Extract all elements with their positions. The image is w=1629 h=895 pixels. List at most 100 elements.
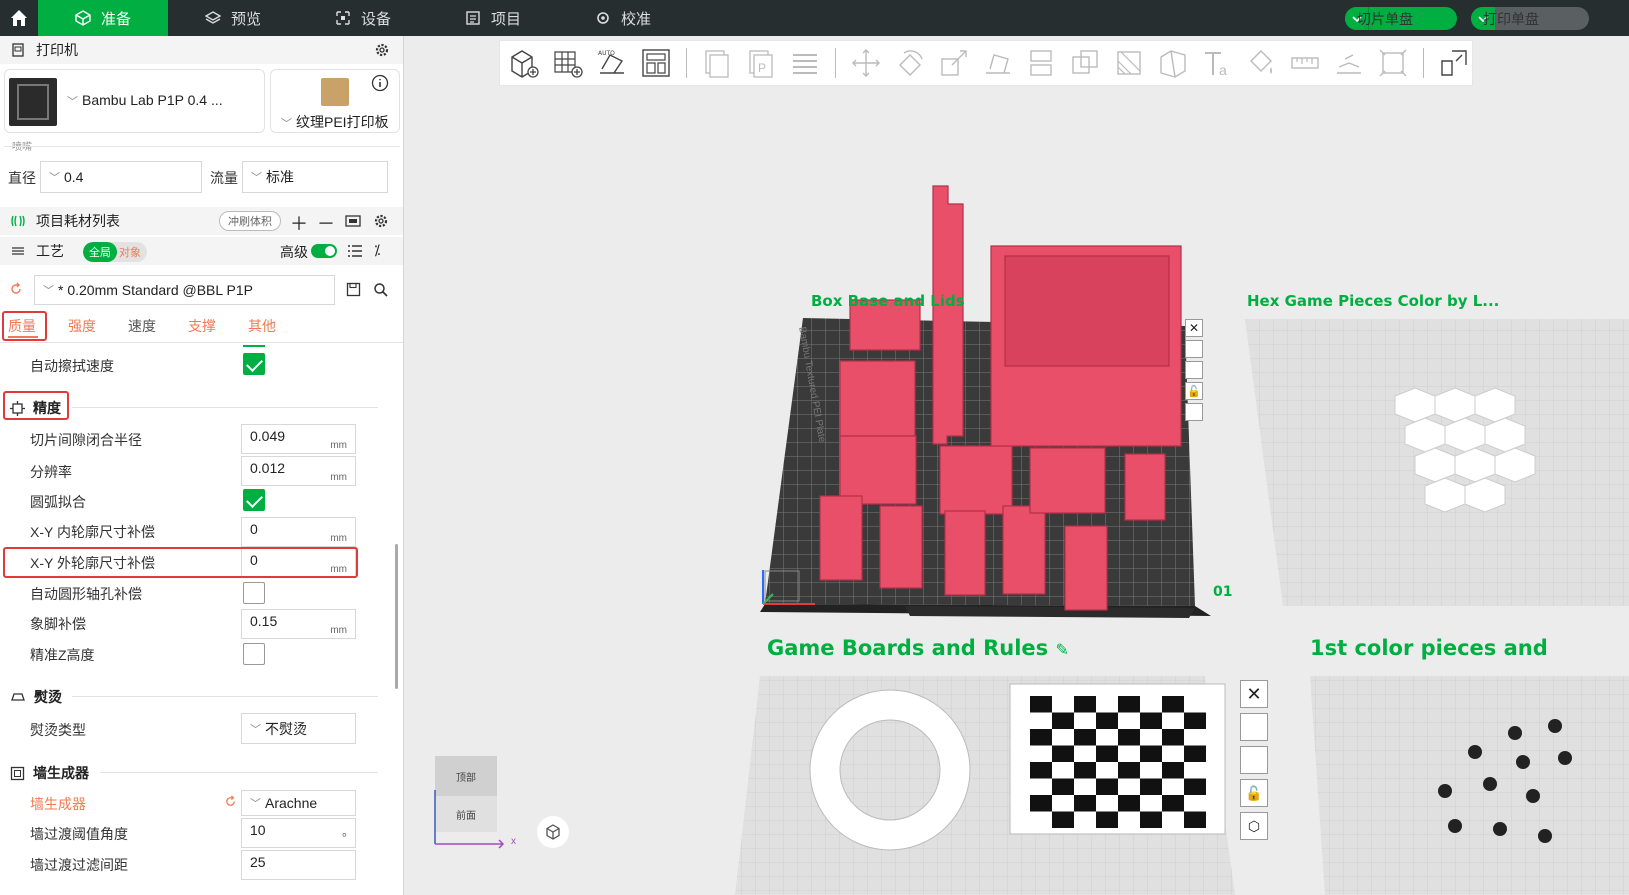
tab-strength[interactable]: 强度	[68, 316, 96, 336]
flush-volume-button[interactable]: 冲刷体积	[219, 211, 281, 231]
plate-1-title[interactable]: Box Base and Lids	[811, 292, 965, 310]
checker-square	[1096, 729, 1118, 746]
resolution-input[interactable]: 0.012 mm	[241, 456, 356, 486]
reset-view-icon[interactable]	[537, 816, 569, 848]
checker-square	[1140, 729, 1162, 746]
tab-preview[interactable]: 预览	[168, 0, 298, 36]
global-object-toggle[interactable]: 全局 对象	[83, 242, 147, 262]
scrollbar[interactable]	[395, 544, 398, 689]
orient-icon[interactable]	[1240, 713, 1268, 741]
settings-icon[interactable]: ⬡	[1240, 812, 1268, 840]
tab-support[interactable]: 支撑	[188, 316, 216, 336]
list-icon[interactable]	[347, 243, 363, 262]
reset-icon[interactable]	[9, 282, 23, 299]
home-button[interactable]	[0, 0, 38, 36]
3d-viewport[interactable]: AUTO P a Box Base and Lids Hex Game Piec…	[405, 36, 1629, 895]
ironing-type-label: 熨烫类型	[30, 722, 86, 738]
checker-square	[1162, 762, 1184, 779]
percent-icon[interactable]: ⁒	[374, 242, 380, 259]
plate-3-title[interactable]: Game Boards and Rules ✎	[767, 636, 1069, 660]
slice-gap-closing-radius-input[interactable]: 0.049 mm	[241, 424, 356, 454]
settings-icon[interactable]	[1185, 403, 1203, 421]
plate-4-title[interactable]: 1st color pieces and	[1310, 636, 1548, 660]
plate-1-controls: ✕ 🔓	[1185, 319, 1203, 421]
gear-icon[interactable]	[373, 213, 389, 232]
cube-icon	[75, 10, 91, 26]
filament-section-header: 项目耗材列表 冲刷体积 ＋ －	[0, 207, 403, 236]
wall-transition-filter-input[interactable]: 25	[241, 850, 356, 880]
tab-speed[interactable]: 速度	[128, 316, 156, 336]
checker-square	[1052, 762, 1074, 779]
add-icon[interactable]: ＋	[290, 210, 308, 236]
tab-calibration[interactable]: 校准	[558, 0, 688, 36]
precise-z-checkbox[interactable]	[243, 643, 265, 665]
tab-other[interactable]: 其他	[248, 316, 276, 336]
checker-square	[1030, 762, 1052, 779]
print-plate-button[interactable]: 打印单盘	[1471, 7, 1589, 30]
search-icon[interactable]	[373, 282, 389, 301]
process-profile-select[interactable]: ﹀ * 0.20mm Standard @BBL P1P	[34, 275, 335, 305]
checker-square	[1096, 712, 1118, 729]
close-icon[interactable]: ✕	[1185, 319, 1203, 337]
plate-selector[interactable]: ﹀ 纹理PEI打印板	[270, 69, 400, 133]
checker-square	[1140, 712, 1162, 729]
orient-icon[interactable]	[1185, 340, 1203, 358]
elephant-foot-input[interactable]: 0.15 mm	[241, 609, 356, 639]
flow-select[interactable]: ﹀ 标准	[242, 161, 388, 193]
arc-fitting-checkbox[interactable]	[243, 489, 265, 511]
checker-square	[1118, 778, 1140, 795]
checker-square	[1096, 795, 1118, 812]
nozzle-diameter-select[interactable]: ﹀ 0.4	[40, 161, 202, 193]
tab-prepare[interactable]: 准备	[38, 0, 168, 36]
checker-square	[1162, 795, 1184, 812]
arrange-icon[interactable]	[1240, 746, 1268, 774]
xy-hole-compensation-input[interactable]: 0 mm	[241, 517, 356, 547]
edit-icon[interactable]: ✎	[1056, 640, 1069, 659]
remove-icon[interactable]: －	[317, 210, 335, 236]
checker-square	[1184, 762, 1206, 779]
auto-wipe-speed-checkbox[interactable]	[243, 353, 265, 375]
checker-square	[1162, 696, 1184, 713]
checker-square	[1052, 729, 1074, 746]
sync-icon[interactable]	[345, 213, 361, 232]
tab-device[interactable]: 设备	[298, 0, 428, 36]
arrange-icon[interactable]	[1185, 361, 1203, 379]
filament-icon	[10, 213, 26, 229]
wall-generator-select[interactable]: ﹀ Arachne	[241, 790, 356, 816]
auto-circle-hole-checkbox[interactable]	[243, 582, 265, 604]
save-icon[interactable]	[346, 282, 361, 300]
highlight-box	[2, 311, 47, 341]
chevron-down-icon: ﹀	[67, 96, 78, 108]
checker-square	[1140, 795, 1162, 812]
wall-transition-angle-input[interactable]: 10 °	[241, 818, 356, 848]
checker-square	[1052, 712, 1074, 729]
checker-square	[1052, 745, 1074, 762]
checker-square	[1030, 712, 1052, 729]
left-panel: 打印机 ﹀ Bambu Lab P1P 0.4 ... ﹀ 纹理PEI打印板 喷嘴 …	[0, 36, 404, 895]
checker-square	[1074, 712, 1096, 729]
gear-icon[interactable]	[374, 42, 390, 61]
lock-icon[interactable]: 🔓	[1240, 779, 1268, 807]
checker-square	[1118, 729, 1140, 746]
checker-square	[1184, 729, 1206, 746]
wall-generator-label: 墙生成器	[30, 796, 86, 812]
ironing-type-select[interactable]: ﹀ 不熨烫	[241, 713, 356, 744]
checker-square	[1030, 778, 1052, 795]
device-icon	[336, 11, 350, 25]
checker-square	[1030, 745, 1052, 762]
checker-square	[1096, 811, 1118, 828]
advanced-toggle[interactable]	[311, 244, 337, 258]
checker-square	[1118, 795, 1140, 812]
printer-selector[interactable]: ﹀ Bambu Lab P1P 0.4 ...	[4, 69, 265, 133]
checker-square	[1140, 811, 1162, 828]
lock-icon[interactable]: 🔓	[1185, 382, 1203, 400]
slice-plate-button[interactable]: 切片单盘	[1345, 7, 1457, 30]
info-icon[interactable]	[371, 74, 389, 95]
plate-2-title[interactable]: Hex Game Pieces Color by L...	[1247, 292, 1499, 310]
checker-square	[1096, 696, 1118, 713]
tab-project[interactable]: 项目	[428, 0, 558, 36]
checker-square	[1074, 811, 1096, 828]
checker-square	[1184, 696, 1206, 713]
reset-icon[interactable]	[224, 795, 237, 811]
close-icon[interactable]: ✕	[1240, 680, 1268, 708]
